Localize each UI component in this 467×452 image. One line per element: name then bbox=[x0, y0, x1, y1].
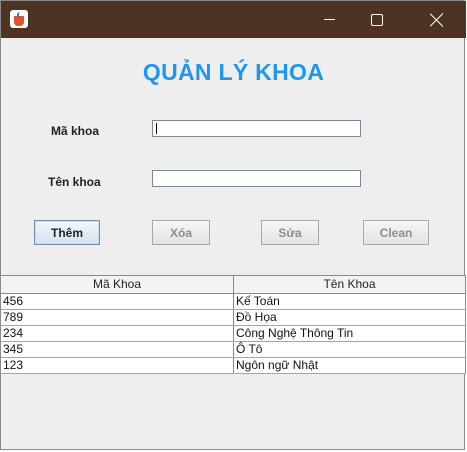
column-header-ten-khoa[interactable]: Tên Khoa bbox=[234, 276, 466, 293]
cell-ma-khoa[interactable]: 234 bbox=[1, 326, 234, 341]
minimize-icon bbox=[323, 19, 335, 20]
cell-ten-khoa[interactable]: Ô Tô bbox=[234, 342, 466, 357]
cell-ten-khoa[interactable]: Đồ Họa bbox=[234, 310, 466, 325]
close-button[interactable] bbox=[414, 1, 460, 38]
maximize-icon bbox=[371, 13, 383, 26]
cell-ma-khoa[interactable]: 123 bbox=[1, 358, 234, 373]
text-caret bbox=[156, 123, 157, 134]
them-button[interactable]: Thêm bbox=[34, 220, 100, 245]
minimize-button[interactable] bbox=[306, 1, 352, 38]
table-row[interactable]: 123 Ngôn ngữ Nhật bbox=[1, 358, 466, 374]
table-row[interactable]: 234 Công Nghệ Thông Tin bbox=[1, 326, 466, 342]
ma-khoa-input[interactable] bbox=[152, 120, 361, 137]
cell-ten-khoa[interactable]: Kế Toán bbox=[234, 294, 466, 309]
table-row[interactable]: 456 Kế Toán bbox=[1, 294, 466, 310]
cell-ma-khoa[interactable]: 345 bbox=[1, 342, 234, 357]
java-cup-icon[interactable] bbox=[10, 10, 28, 28]
close-icon bbox=[430, 13, 444, 27]
app-window: QUẢN LÝ KHOA Mã khoa Tên khoa Thêm Xóa S… bbox=[0, 0, 466, 450]
cell-ten-khoa[interactable]: Ngôn ngữ Nhật bbox=[234, 358, 466, 373]
xoa-button[interactable]: Xóa bbox=[152, 220, 210, 245]
table-row[interactable]: 345 Ô Tô bbox=[1, 342, 466, 358]
clean-button[interactable]: Clean bbox=[363, 220, 429, 245]
title-bar[interactable] bbox=[1, 1, 466, 38]
khoa-table[interactable]: Mã Khoa Tên Khoa 456 Kế Toán 789 Đồ Họa … bbox=[1, 275, 466, 374]
cell-ten-khoa[interactable]: Công Nghệ Thông Tin bbox=[234, 326, 466, 341]
table-header: Mã Khoa Tên Khoa bbox=[1, 276, 466, 294]
sua-button[interactable]: Sửa bbox=[261, 220, 319, 245]
ma-khoa-label: Mã khoa bbox=[51, 124, 100, 138]
cell-ma-khoa[interactable]: 789 bbox=[1, 310, 234, 325]
cell-ma-khoa[interactable]: 456 bbox=[1, 294, 234, 309]
ten-khoa-input[interactable] bbox=[152, 170, 361, 187]
maximize-button[interactable] bbox=[354, 1, 400, 38]
column-header-ma-khoa[interactable]: Mã Khoa bbox=[1, 276, 234, 293]
ten-khoa-label: Tên khoa bbox=[48, 175, 101, 189]
table-row[interactable]: 789 Đồ Họa bbox=[1, 310, 466, 326]
page-title: QUẢN LÝ KHOA bbox=[142, 59, 325, 85]
